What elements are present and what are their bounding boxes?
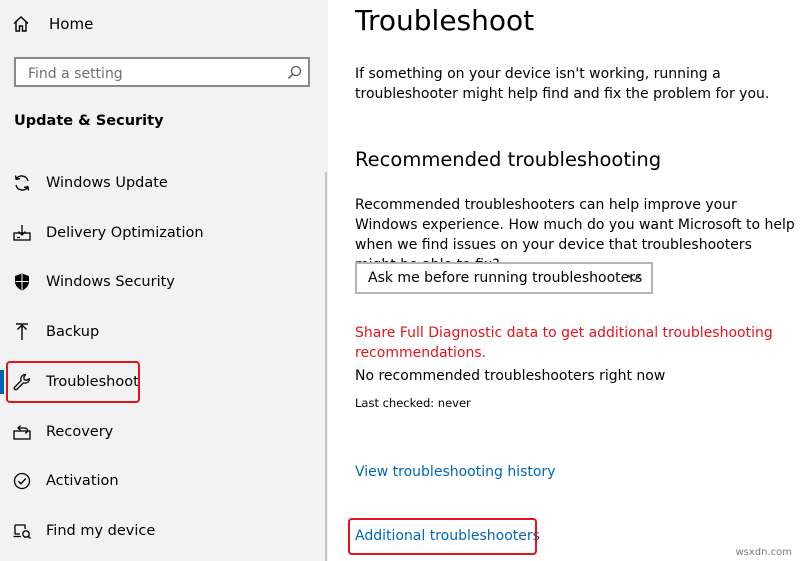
sidebar-item-label: Windows Security xyxy=(46,274,175,290)
sidebar-item-label: Find my device xyxy=(46,523,156,539)
page-title: Troubleshoot xyxy=(355,4,535,37)
sidebar-item-label: Recovery xyxy=(46,424,114,440)
sidebar-item-label: Backup xyxy=(46,324,100,340)
intro-text: If something on your device isn't workin… xyxy=(355,66,770,102)
no-recommended-status: No recommended troubleshooters right now xyxy=(355,368,666,384)
troubleshooter-preference-dropdown[interactable]: Ask me before running troubleshooters xyxy=(355,262,653,294)
sidebar: Home Update & Security Windows Update xyxy=(0,0,328,561)
sidebar-item-recovery[interactable]: Recovery xyxy=(10,417,310,447)
search-icon[interactable] xyxy=(287,65,302,80)
last-checked-text: Last checked: never xyxy=(355,396,471,410)
sidebar-scrollbar[interactable] xyxy=(325,172,327,561)
chevron-down-icon xyxy=(627,274,641,282)
sync-icon xyxy=(10,171,34,195)
recommended-troubleshooting-heading: Recommended troubleshooting xyxy=(355,148,662,171)
watermark: wsxdn.com xyxy=(735,547,792,558)
home-nav-item[interactable]: Home xyxy=(12,12,93,36)
sidebar-item-label: Activation xyxy=(46,473,119,489)
dropdown-value: Ask me before running troubleshooters xyxy=(368,270,643,286)
sidebar-item-activation[interactable]: Activation xyxy=(10,466,310,496)
share-diagnostic-data-link[interactable]: Share Full Diagnostic data to get additi… xyxy=(355,323,795,363)
search-box[interactable] xyxy=(14,57,310,87)
section-title: Update & Security xyxy=(14,113,164,129)
delivery-optimization-icon xyxy=(10,221,34,245)
sidebar-item-find-my-device[interactable]: Find my device xyxy=(10,516,310,546)
sidebar-item-label: Windows Update xyxy=(46,175,168,191)
sidebar-item-delivery-optimization[interactable]: Delivery Optimization xyxy=(10,218,310,248)
recovery-icon xyxy=(10,420,34,444)
troubleshoot-highlight-box xyxy=(6,361,140,403)
active-indicator xyxy=(0,370,4,394)
home-label: Home xyxy=(49,15,94,33)
home-icon xyxy=(13,16,29,32)
shield-icon xyxy=(10,270,34,294)
additional-troubleshooters-highlight-box xyxy=(348,518,537,555)
view-history-link[interactable]: View troubleshooting history xyxy=(355,464,555,480)
sidebar-item-windows-security[interactable]: Windows Security xyxy=(10,267,310,297)
search-input[interactable] xyxy=(26,63,280,85)
activation-check-icon xyxy=(10,469,34,493)
backup-arrow-icon xyxy=(10,320,34,344)
find-device-icon xyxy=(10,519,34,543)
sidebar-item-backup[interactable]: Backup xyxy=(10,317,310,347)
sidebar-item-windows-update[interactable]: Windows Update xyxy=(10,168,310,198)
sidebar-item-label: Delivery Optimization xyxy=(46,225,204,241)
